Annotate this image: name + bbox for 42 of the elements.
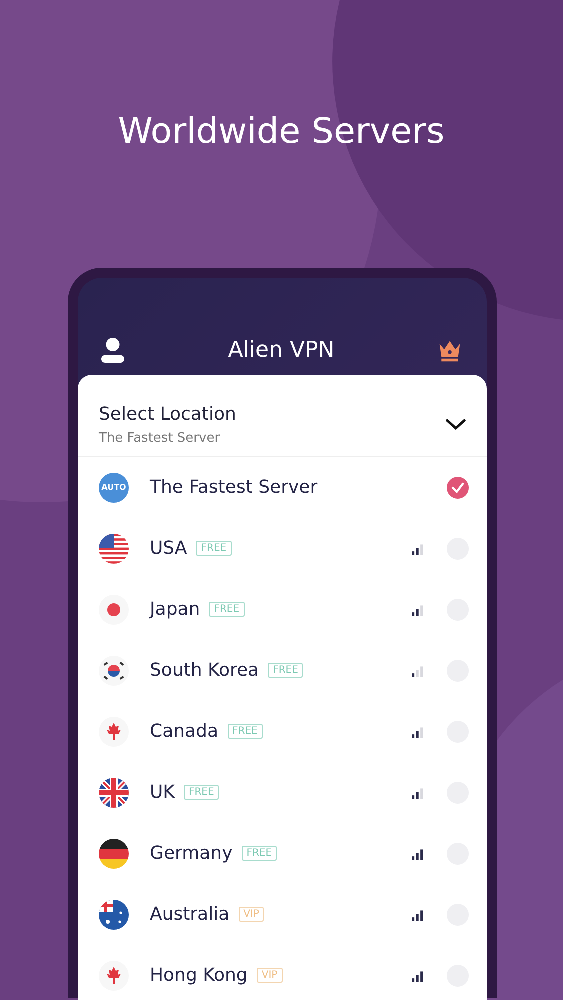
location-title: Select Location: [99, 404, 238, 424]
flag-icon: [99, 900, 129, 930]
server-name: The Fastest Server: [150, 477, 318, 498]
flag-icon: [99, 594, 129, 624]
server-item[interactable]: Germany FREE: [78, 823, 487, 884]
server-item[interactable]: South Korea FREE: [78, 640, 487, 701]
auto-icon: AUTO: [99, 472, 129, 502]
server-name: Australia: [150, 904, 230, 925]
user-icon[interactable]: [100, 336, 126, 364]
server-item[interactable]: USA FREE: [78, 518, 487, 579]
tier-tag: FREE: [242, 846, 278, 861]
server-name: Japan: [150, 599, 200, 620]
headline: Worldwide Servers: [117, 111, 446, 154]
tier-tag: VIP: [238, 907, 264, 922]
server-name: Germany: [150, 843, 233, 864]
server-name: USA: [150, 538, 188, 559]
server-name: Hong Kong: [150, 965, 248, 986]
app-title: Alien VPN: [228, 338, 335, 362]
server-name: Canada: [150, 721, 218, 742]
server-item[interactable]: Hong Kong VIP: [78, 945, 487, 1000]
server-item[interactable]: UK FREE: [78, 762, 487, 823]
chevron-down-icon[interactable]: [445, 418, 467, 430]
server-item[interactable]: Australia VIP: [78, 884, 487, 945]
tier-tag: FREE: [196, 541, 232, 556]
server-name: South Korea: [150, 660, 260, 681]
flag-icon: [99, 716, 129, 746]
tier-tag: FREE: [268, 663, 304, 678]
flag-icon: [99, 838, 129, 868]
tier-tag: VIP: [256, 968, 283, 983]
flag-icon: [99, 534, 129, 564]
tier-tag: FREE: [184, 785, 220, 800]
server-item[interactable]: AUTO The Fastest Server: [78, 457, 487, 518]
checked-radio[interactable]: [447, 476, 469, 498]
server-name: UK: [150, 782, 175, 803]
tier-tag: FREE: [209, 602, 245, 617]
flag-icon: [99, 656, 129, 686]
flag-icon: [99, 960, 129, 990]
flag-icon: [99, 778, 129, 808]
server-item[interactable]: Canada FREE: [78, 701, 487, 762]
tier-tag: FREE: [228, 724, 263, 739]
server-item[interactable]: Japan FREE: [78, 579, 487, 640]
location-subtitle: The Fastest Server: [99, 430, 222, 446]
